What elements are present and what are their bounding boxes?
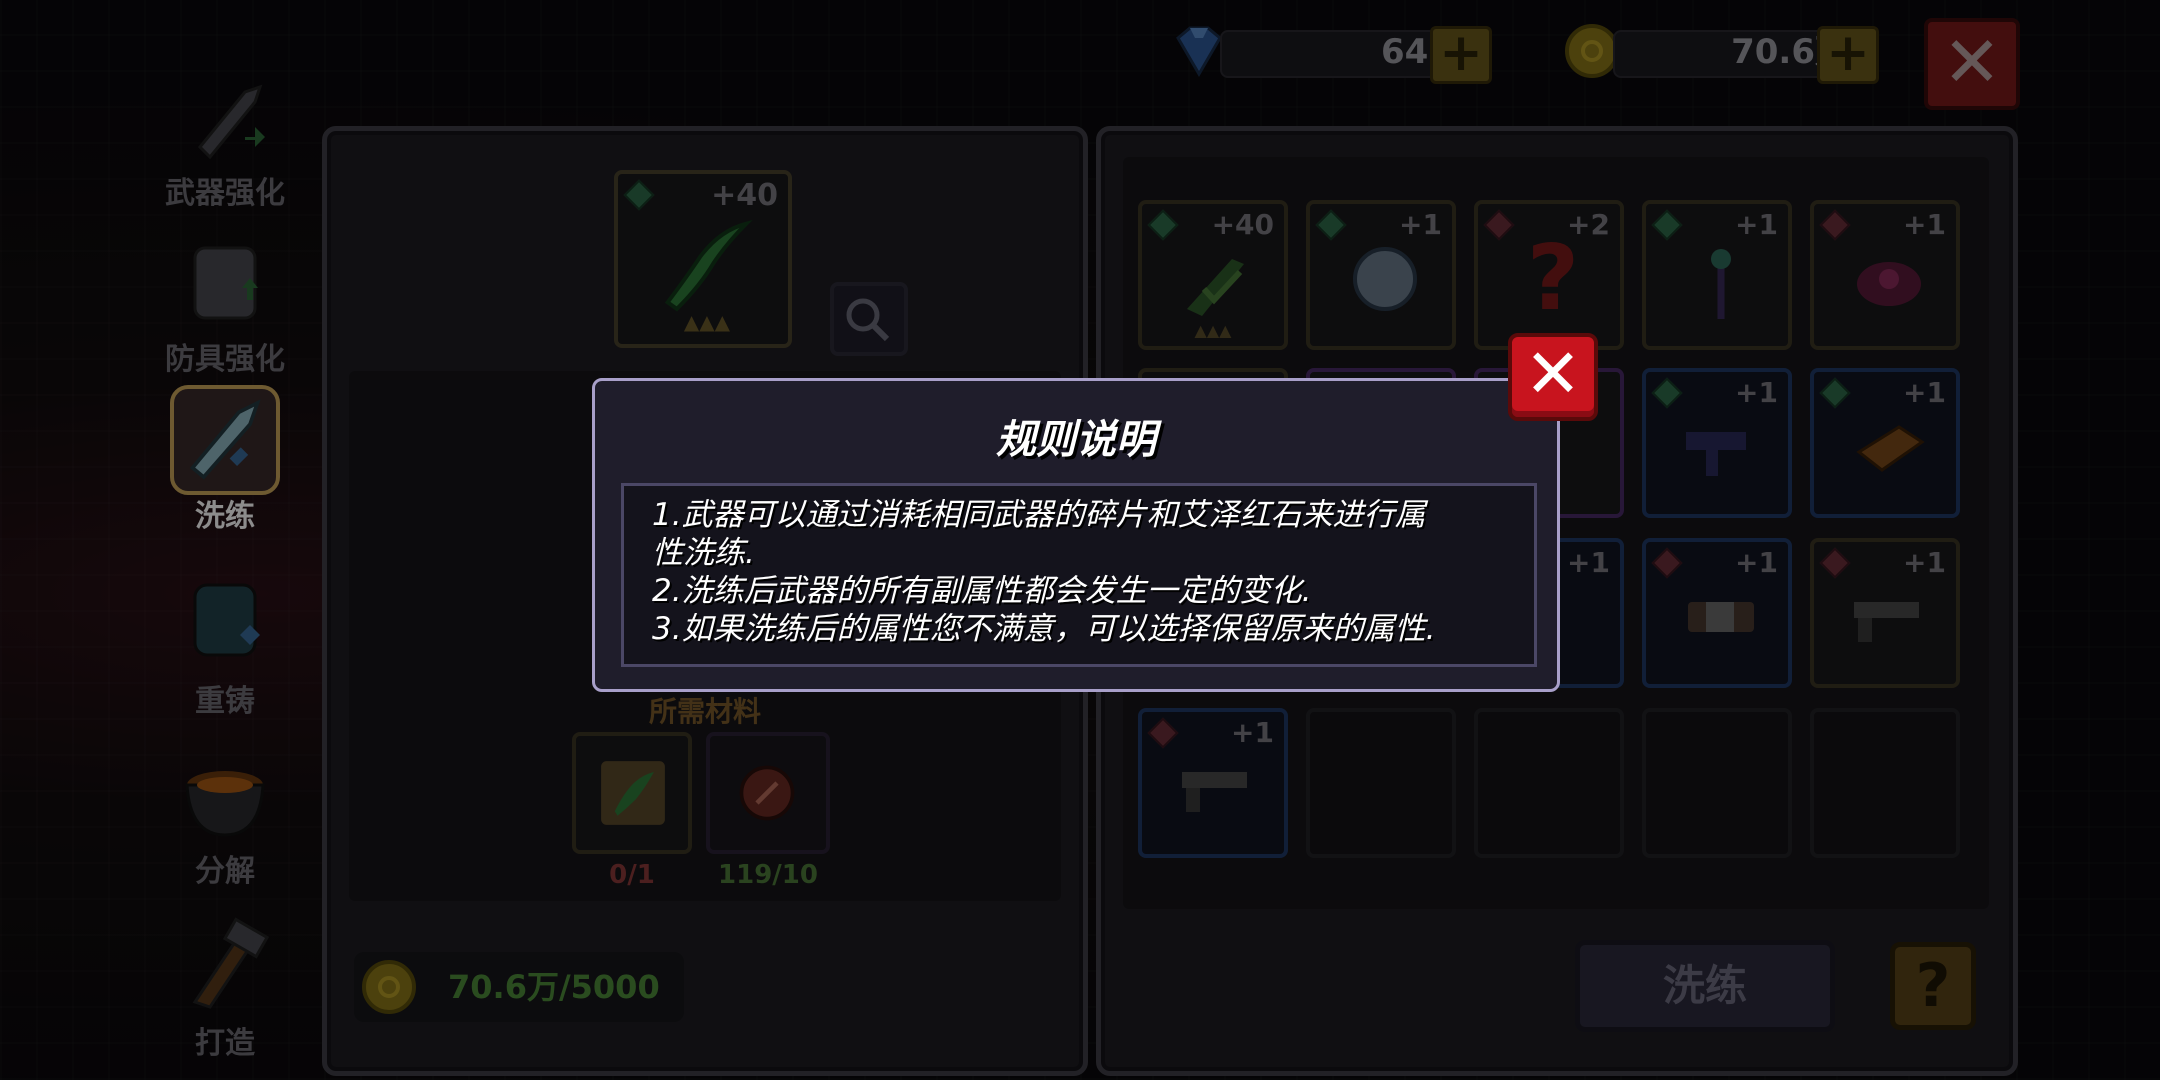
star-rating: ▲▲▲	[1194, 321, 1232, 340]
sidebar-item-armor-upgrade[interactable]: 防具强化	[145, 228, 305, 378]
material-slot-redstone[interactable]	[706, 732, 830, 854]
inventory-slot[interactable]: +1	[1810, 200, 1960, 350]
weapon-fragment-icon	[601, 761, 665, 825]
inventory-slot[interactable]: +1	[1642, 368, 1792, 518]
sidebar-item-reforge[interactable]: 重铸	[145, 570, 305, 720]
inventory-slot[interactable]: +1	[1138, 708, 1288, 858]
inventory-slot[interactable]: +1	[1306, 200, 1456, 350]
pistol-icon	[1182, 772, 1247, 812]
reforge-armor-icon	[193, 583, 260, 657]
sidebar-item-refine[interactable]: 洗练	[145, 385, 305, 535]
help-button[interactable]: ?	[1890, 942, 1976, 1030]
rule-line: 3.如果洗练后的属性您不满意，可以选择保留原来的属性.	[652, 611, 1436, 647]
refine-cost: 70.6万/5000	[448, 968, 660, 1006]
sidebar-item-label: 武器强化	[165, 176, 285, 211]
sidebar-item-weapon-upgrade[interactable]: 武器强化	[145, 62, 305, 212]
star-rating: ▲▲▲	[683, 310, 731, 334]
gem-count: 646	[1381, 32, 1452, 72]
add-gems-button[interactable]: +	[1430, 26, 1492, 84]
magnifier-icon	[846, 298, 890, 342]
question-mark-icon: ?	[1526, 226, 1580, 331]
material-count-redstone: 119/10	[718, 860, 818, 890]
hammer-icon	[192, 917, 270, 1009]
flower-icon	[1857, 262, 1921, 306]
refine-sword-icon	[170, 385, 280, 495]
uzi-icon	[1686, 432, 1746, 476]
item-count: +1	[1567, 546, 1610, 579]
inventory-slot[interactable]: +2 ?	[1474, 200, 1624, 350]
coin-count: 70.6万	[1731, 32, 1849, 72]
red-stone-icon	[739, 765, 795, 821]
rule-line: 2.洗练后武器的所有副属性都会发生一定的变化.	[652, 573, 1312, 609]
sword-upgrade-icon	[197, 84, 265, 160]
coin-icon	[362, 960, 416, 1014]
sidebar-item-label: 洗练	[195, 499, 255, 534]
inventory-slot[interactable]	[1474, 708, 1624, 858]
armor-upgrade-icon	[193, 246, 258, 320]
refine-button[interactable]: 洗练	[1575, 940, 1835, 1032]
sidebar-item-label: 分解	[195, 854, 255, 889]
inventory-slot[interactable]: +1	[1642, 200, 1792, 350]
sidebar-item-label: 防具强化	[165, 342, 285, 377]
rules-text: 1.武器可以通过消耗相同武器的碎片和艾泽红石来进行属 性洗练. 2.洗练后武器的…	[621, 483, 1537, 667]
barrel-icon	[1688, 602, 1754, 632]
inventory-slot[interactable]	[1642, 708, 1792, 858]
coin-icon	[1565, 24, 1619, 78]
sidebar-item-label: 打造	[195, 1026, 255, 1061]
sidebar-item-decompose[interactable]: 分解	[145, 740, 305, 890]
inspect-button[interactable]	[830, 282, 908, 356]
brick-icon	[1856, 425, 1925, 472]
close-screen-button[interactable]: ✕	[1924, 18, 2020, 110]
rule-line: 性洗练.	[652, 535, 755, 571]
dialog-title: 规则说明	[996, 417, 1156, 463]
shell-icon	[1353, 247, 1417, 311]
sidebar-item-label: 重铸	[195, 684, 255, 719]
materials-title: 所需材料	[648, 695, 761, 728]
green-blade-icon	[664, 220, 753, 312]
close-dialog-button[interactable]: ✕	[1508, 333, 1598, 421]
inventory-slot[interactable]: +1	[1642, 538, 1792, 688]
add-coins-button[interactable]: +	[1817, 26, 1879, 84]
cauldron-icon	[185, 771, 265, 837]
inventory-slot[interactable]	[1306, 708, 1456, 858]
coin-counter: 70.6万 +	[1565, 22, 1895, 84]
material-slot-fragment[interactable]	[572, 732, 692, 854]
inventory-slot[interactable]	[1810, 708, 1960, 858]
gem-counter: 646 +	[1176, 22, 1510, 84]
rules-dialog: 规则说明 1.武器可以通过消耗相同武器的碎片和艾泽红石来进行属 性洗练. 2.洗…	[592, 378, 1560, 692]
inventory-slot[interactable]: +40 ▲▲▲	[1138, 200, 1288, 350]
pistol-icon	[1854, 602, 1919, 642]
rule-line: 1.武器可以通过消耗相同武器的碎片和艾泽红石来进行属	[652, 497, 1426, 533]
material-count-fragment: 0/1	[609, 860, 655, 890]
inventory-slot[interactable]: +1	[1810, 368, 1960, 518]
inventory-slot[interactable]: +1	[1810, 538, 1960, 688]
selected-weapon-slot[interactable]: +40 ▲▲▲	[614, 170, 792, 348]
cost-display: 70.6万/5000	[354, 952, 684, 1022]
staff-icon	[1711, 249, 1731, 319]
green-blade-icon	[1187, 259, 1244, 316]
sidebar-item-forge[interactable]: 打造	[145, 912, 305, 1062]
